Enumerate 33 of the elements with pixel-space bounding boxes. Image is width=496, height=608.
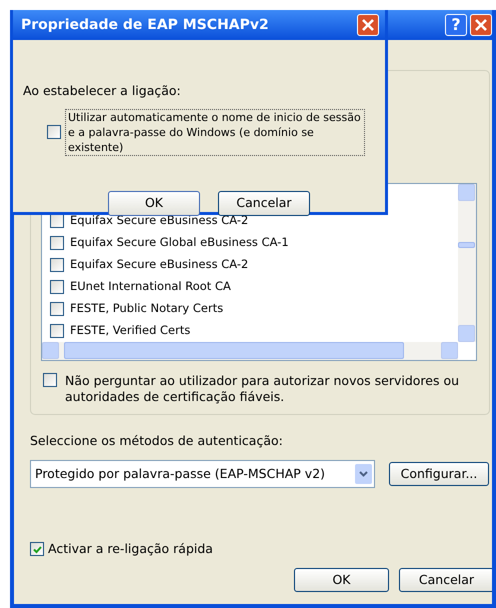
checkbox[interactable] xyxy=(43,373,57,387)
close-button[interactable] xyxy=(357,14,379,36)
configure-button[interactable]: Configurar... xyxy=(389,462,489,486)
help-button[interactable]: ? xyxy=(445,14,467,36)
close-icon xyxy=(474,18,488,32)
checkbox[interactable] xyxy=(30,542,44,556)
section-label: Ao estabelecer a ligação: xyxy=(23,82,182,100)
method-dropdown[interactable]: Protegido por palavra-passe (EAP-MSCHAP v2) xyxy=(30,460,375,488)
checkbox[interactable] xyxy=(50,302,64,316)
checkbox[interactable] xyxy=(50,236,64,250)
section-label: Seleccione os métodos de autenticação: xyxy=(30,432,283,450)
close-icon xyxy=(361,18,375,32)
vertical-scrollbar[interactable] xyxy=(458,184,476,342)
ok-button[interactable]: OK xyxy=(108,191,200,216)
checkbox-label: Activar a re-ligação rápida xyxy=(48,540,213,558)
checkbox[interactable] xyxy=(50,214,64,228)
horizontal-scrollbar[interactable] xyxy=(42,342,458,360)
checkbox[interactable] xyxy=(47,125,61,140)
checkbox[interactable] xyxy=(50,280,64,294)
checkbox-label: Utilizar automaticamente o nome de inicio de sessão e a palavra-passe do Windows (e domínio se existente) xyxy=(65,108,365,156)
close-button[interactable] xyxy=(470,14,492,36)
list-item[interactable]: EUnet International Root CA xyxy=(70,278,231,296)
window-title: Propriedade de EAP MSCHAPv2 xyxy=(21,16,269,34)
list-item[interactable]: Equifax Secure eBusiness CA-2 xyxy=(70,256,248,274)
checkbox[interactable] xyxy=(50,324,64,338)
cancel-button[interactable]: Cancelar xyxy=(218,191,310,216)
checkbox-label: Não perguntar ao utilizador para autorizar novos servidores ou autoridades de certificação fiáveis. xyxy=(65,373,460,405)
list-item[interactable]: FESTE, Public Notary Certs xyxy=(70,300,224,318)
list-item[interactable]: FESTE, Verified Certs xyxy=(70,322,190,340)
checkbox[interactable] xyxy=(50,258,64,272)
cancel-button[interactable]: Cancelar xyxy=(399,568,492,592)
list-item[interactable]: Equifax Secure Global eBusiness CA-1 xyxy=(70,234,289,252)
ok-button[interactable]: OK xyxy=(294,568,389,592)
